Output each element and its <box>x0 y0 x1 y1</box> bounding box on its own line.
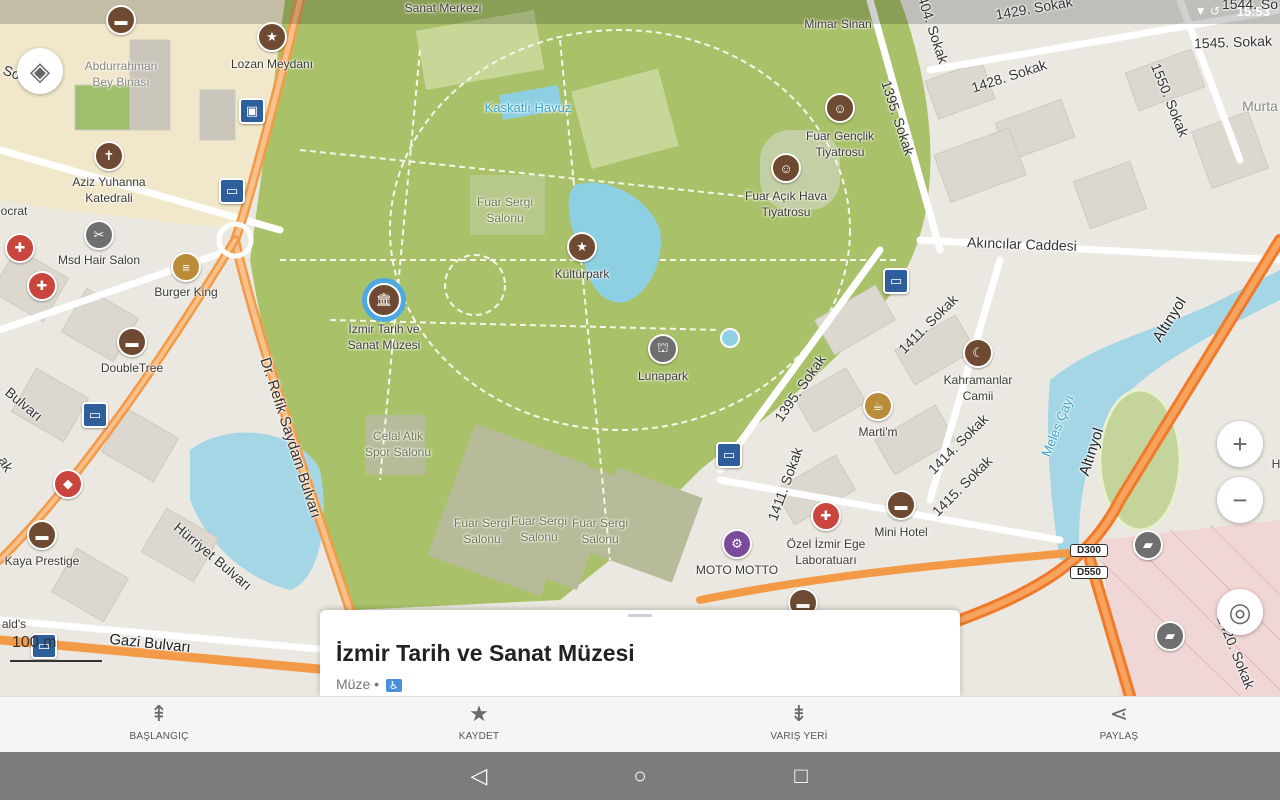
status-bar: ▼ ↺ 15:53 <box>0 0 1280 24</box>
theatre-icon-2[interactable]: ☺ <box>771 153 801 183</box>
scale-bar <box>10 660 102 662</box>
tank-icon[interactable]: ▰ <box>1133 530 1163 560</box>
label-msd[interactable]: Msd Hair Salon <box>58 252 140 268</box>
label-lozan[interactable]: Lozan Meydanı <box>231 56 313 72</box>
label-kaskatli[interactable]: Kaskatlı Havuz <box>485 100 572 116</box>
label-kaya[interactable]: Kaya Prestige <box>5 553 80 569</box>
star-add-icon: ★ <box>469 701 489 726</box>
label-h[interactable]: H <box>1272 456 1280 472</box>
place-category: Müze <box>336 676 371 692</box>
label-abdurrahman[interactable]: Abdurrahman Bey Binası <box>85 58 158 90</box>
route-start-icon: ⇞ <box>149 701 169 726</box>
plus-icon: + <box>1232 428 1248 459</box>
hotel-icon-4[interactable]: ▬ <box>886 490 916 520</box>
label-sanat-merkezi[interactable]: Sanat Merkezi <box>405 0 482 16</box>
place-info-sheet[interactable]: İzmir Tarih ve Sanat Müzesi Müze • ♿ <box>320 610 960 696</box>
recents-icon[interactable]: □ <box>787 762 815 790</box>
hotel-icon-3[interactable]: ▬ <box>27 520 57 550</box>
star-icon-2[interactable]: ★ <box>567 232 597 262</box>
destination-button[interactable]: ⇟ VARIŞ YERİ <box>729 697 869 753</box>
museum-icon[interactable]: 🏛 <box>367 283 401 317</box>
location-target-icon: ◎ <box>1228 596 1252 627</box>
save-button[interactable]: ★ KAYDET <box>409 697 549 753</box>
sheet-handle[interactable] <box>628 614 652 617</box>
bus-stop-icon[interactable]: ▭ <box>219 178 245 204</box>
start-button[interactable]: ⇞ BAŞLANGIÇ <box>89 697 229 753</box>
zoom-in-button[interactable]: + <box>1217 421 1263 467</box>
hotel-icon-2[interactable]: ▬ <box>117 327 147 357</box>
label-burger[interactable]: Burger King <box>154 284 217 300</box>
road-badge-d550: D550 <box>1070 566 1108 579</box>
label-mini-hotel[interactable]: Mini Hotel <box>874 524 927 540</box>
theatre-icon[interactable]: ☺ <box>825 93 855 123</box>
label-fuar-sergi-4[interactable]: Fuar Sergi Salonu <box>572 515 628 547</box>
hospital-icon-3[interactable]: ✚ <box>811 501 841 531</box>
share-label: PAYLAŞ <box>1099 731 1139 742</box>
my-location-button[interactable]: ◎ <box>1217 589 1263 635</box>
layers-button[interactable]: ◈ <box>17 48 63 94</box>
label-marti[interactable]: Marti'm <box>859 424 898 440</box>
label-fuar-acik[interactable]: Fuar Açık Hava Tiyatrosu <box>745 188 827 220</box>
map-view[interactable]: ▼ ↺ 15:53 Sanat Merkezi Mimar Sinan Loza… <box>0 0 1280 696</box>
label-fuar-sergi-3[interactable]: Fuar Sergi Salonu <box>511 513 567 545</box>
scissors-icon[interactable]: ✂ <box>84 220 114 250</box>
street-1544: 1544. So <box>1221 0 1279 12</box>
layers-icon: ◈ <box>30 55 50 86</box>
route-destination-icon: ⇟ <box>789 701 809 726</box>
minus-icon: − <box>1232 484 1248 515</box>
label-fuar-sergi-2[interactable]: Fuar Sergi Salonu <box>454 515 510 547</box>
label-moto[interactable]: MOTO MOTTO <box>696 562 778 578</box>
tram-icon[interactable]: ▣ <box>239 98 265 124</box>
home-icon[interactable]: ○ <box>626 762 654 790</box>
label-celal[interactable]: Celal Atik Spor Salonu <box>365 428 431 460</box>
carousel-icon[interactable]: ⛫ <box>648 334 678 364</box>
map-canvas[interactable] <box>0 0 1280 696</box>
place-title: İzmir Tarih ve Sanat Müzesi <box>336 640 635 666</box>
share-button[interactable]: ⋖ PAYLAŞ <box>1049 697 1189 753</box>
save-label: KAYDET <box>458 731 500 742</box>
label-aziz[interactable]: Aziz Yuhanna Katedrali <box>72 174 145 206</box>
star-icon[interactable]: ★ <box>257 22 287 52</box>
label-kulturpark[interactable]: Kültürpark <box>555 266 610 282</box>
place-subtitle: Müze • ♿ <box>336 676 402 692</box>
wheelchair-icon: ♿ <box>385 679 402 692</box>
label-murta[interactable]: Murta <box>1242 98 1278 114</box>
motorcycle-icon[interactable]: ⚙ <box>722 529 752 559</box>
start-label: BAŞLANGIÇ <box>129 731 189 742</box>
tag-icon[interactable]: ◆ <box>53 469 83 499</box>
label-fuar-genclik[interactable]: Fuar Gençlik Tiyatrosu <box>806 128 874 160</box>
tank-icon-2[interactable]: ▰ <box>1155 621 1185 651</box>
church-icon[interactable]: ✝ <box>94 141 124 171</box>
label-kahramanlar[interactable]: Kahramanlar Camii <box>944 372 1013 404</box>
place-action-bar: ⇞ BAŞLANGIÇ ★ KAYDET ⇟ VARIŞ YERİ ⋖ PAYL… <box>0 696 1280 753</box>
bus-stop-icon-5[interactable]: ▭ <box>716 442 742 468</box>
label-alds[interactable]: ald's <box>2 616 26 632</box>
label-izmir-museum[interactable]: İzmir Tarih ve Sanat Müzesi <box>348 321 421 353</box>
hotel-icon[interactable]: ▬ <box>106 5 136 35</box>
label-lunapark[interactable]: Lunapark <box>638 368 688 384</box>
label-ocrat[interactable]: ocrat <box>1 203 28 219</box>
system-nav-bar: ◁ ○ □ <box>0 752 1280 800</box>
street-1545: 1545. Sokak <box>1193 32 1273 52</box>
status-icons: ▼ ↺ <box>1194 4 1220 18</box>
cafe-icon[interactable]: ☕ <box>863 391 893 421</box>
label-fuar-sergi-1[interactable]: Fuar Sergi Salonu <box>477 194 533 226</box>
scale-label: 100 m <box>12 634 57 651</box>
label-mimar-sinan[interactable]: Mimar Sinan <box>804 16 871 32</box>
road-badge-d300: D300 <box>1070 544 1108 557</box>
mosque-icon[interactable]: ☾ <box>963 338 993 368</box>
hospital-icon-2[interactable]: ✚ <box>27 271 57 301</box>
bus-stop-icon-2[interactable]: ▭ <box>82 402 108 428</box>
bus-stop-icon-4[interactable]: ▭ <box>883 268 909 294</box>
share-icon: ⋖ <box>1109 701 1129 726</box>
label-doubletree[interactable]: DoubleTree <box>101 360 163 376</box>
burger-icon[interactable]: ≡ <box>171 252 201 282</box>
back-icon[interactable]: ◁ <box>465 762 493 790</box>
label-ozel[interactable]: Özel İzmir Ege Laboratuarı <box>787 536 866 568</box>
zoom-out-button[interactable]: − <box>1217 477 1263 523</box>
hospital-icon[interactable]: ✚ <box>5 233 35 263</box>
destination-label: VARIŞ YERİ <box>770 731 828 742</box>
